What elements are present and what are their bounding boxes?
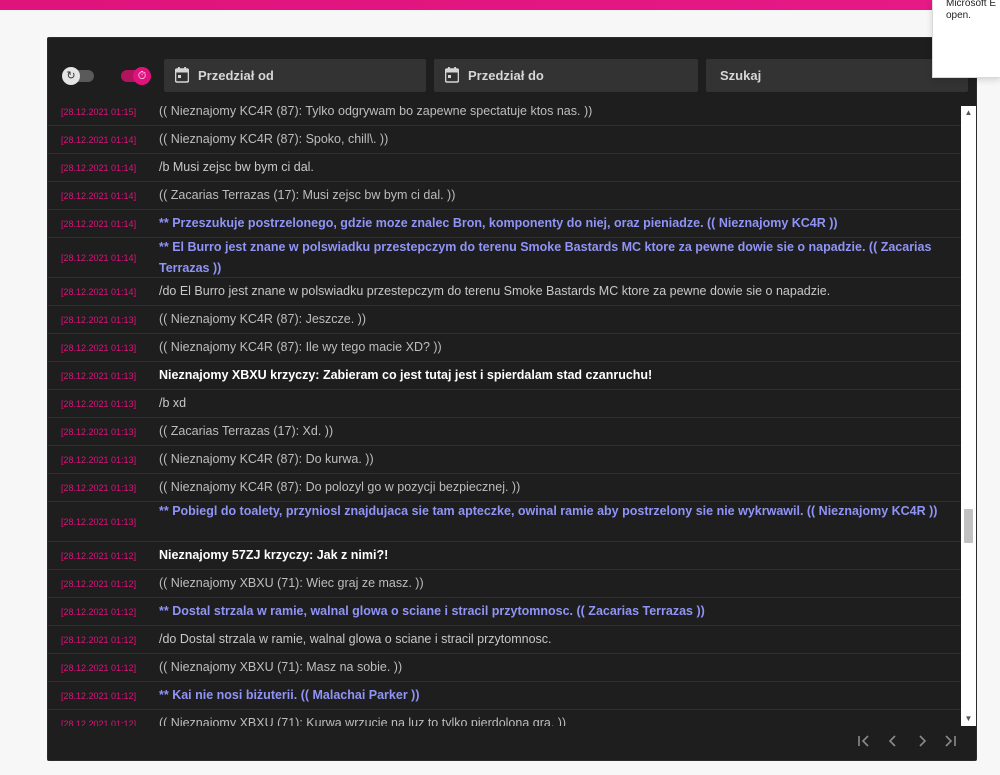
chat-log-panel: ↻ ⏱ Przedział od Przedział do Szukaj [28… (47, 37, 977, 761)
message-text: (( Nieznajomy KC4R (87): Jeszcze. )) (159, 312, 366, 326)
message-timestamp: [28.12.2021 01:12] (61, 607, 137, 617)
chat-row: [28.12.2021 01:13] (( Nieznajomy KC4R (87… (48, 306, 961, 334)
chat-row: [28.12.2021 01:13] /b xd (48, 390, 961, 418)
message-text: (( Nieznajomy XBXU (71): Masz na sobie. … (159, 660, 403, 674)
search-placeholder: Szukaj (720, 68, 762, 83)
notification-line-2: open. (946, 10, 972, 21)
chat-row: [28.12.2021 01:12] /do Dostal strzala w r… (48, 626, 961, 654)
message-timestamp: [28.12.2021 01:14] (61, 287, 137, 297)
last-page-icon[interactable] (940, 734, 960, 752)
message-text: ** Kai nie nosi biżuterii. (( Malachai P… (159, 688, 420, 702)
refresh-icon: ↻ (62, 67, 80, 85)
stopwatch-icon: ⏱ (133, 67, 151, 85)
chat-row: [28.12.2021 01:13] Nieznajomy XBXU krzycz… (48, 362, 961, 390)
chat-row: [28.12.2021 01:13] (( Zacarias Terrazas (… (48, 418, 961, 446)
chat-row: [28.12.2021 01:14] (( Zacarias Terrazas (… (48, 182, 961, 210)
message-timestamp: [28.12.2021 01:12] (61, 719, 137, 726)
notification-line-1: Microsoft E (946, 0, 997, 9)
message-timestamp: [28.12.2021 01:14] (61, 191, 137, 201)
date-to-label: Przedział do (468, 68, 544, 83)
message-timestamp: [28.12.2021 01:14] (61, 219, 137, 229)
message-timestamp: [28.12.2021 01:13] (61, 371, 137, 381)
message-text: Nieznajomy 57ZJ krzyczy: Jak z nimi?! (159, 548, 389, 562)
message-text: (( Nieznajomy XBXU (71): Wiec graj ze ma… (159, 576, 424, 590)
message-timestamp: [28.12.2021 01:12] (61, 635, 137, 645)
chat-row: [28.12.2021 01:13] (( Nieznajomy KC4R (87… (48, 334, 961, 362)
calendar-icon (445, 67, 459, 83)
vertical-scrollbar[interactable]: ▲ ▼ (961, 106, 976, 726)
message-timestamp: [28.12.2021 01:12] (61, 663, 137, 673)
message-text: (( Nieznajomy XBXU (71): Kurwa wrzucie n… (159, 716, 567, 726)
message-text: /b xd (159, 396, 187, 410)
message-timestamp: [28.12.2021 01:13] (61, 343, 137, 353)
scroll-up-icon[interactable]: ▲ (961, 106, 976, 120)
message-text: /b Musi zejsc bw bym ci dal. (159, 160, 314, 174)
message-timestamp: [28.12.2021 01:13] (61, 315, 137, 325)
chat-row: [28.12.2021 01:15] (( Nieznajomy KC4R (87… (48, 106, 961, 126)
message-text: (( Zacarias Terrazas (17): Musi zejsc bw… (159, 188, 456, 202)
chat-row: [28.12.2021 01:13] (( Nieznajomy KC4R (87… (48, 446, 961, 474)
chat-row: [28.12.2021 01:14] (( Nieznajomy KC4R (87… (48, 126, 961, 154)
chat-message-list: [28.12.2021 01:15] (( Nieznajomy KC4R (87… (48, 106, 961, 726)
message-timestamp: [28.12.2021 01:14] (61, 135, 137, 145)
chat-row: [28.12.2021 01:13] ** Pobiegl do toalety,… (48, 502, 961, 542)
message-timestamp: [28.12.2021 01:14] (61, 253, 137, 263)
chat-row: [28.12.2021 01:12] (( Nieznajomy XBXU (71… (48, 710, 961, 726)
message-timestamp: [28.12.2021 01:15] (61, 107, 137, 117)
message-timestamp: [28.12.2021 01:13] (61, 483, 137, 493)
auto-refresh-toggle[interactable]: ↻ (62, 67, 94, 85)
chat-row: [28.12.2021 01:14] ** Przeszukuje postrze… (48, 210, 961, 238)
message-timestamp: [28.12.2021 01:13] (61, 427, 137, 437)
message-text: (( Nieznajomy KC4R (87): Do kurwa. )) (159, 452, 374, 466)
message-timestamp: [28.12.2021 01:13] (61, 399, 137, 409)
message-text: (( Zacarias Terrazas (17): Xd. )) (159, 424, 334, 438)
message-text: (( Nieznajomy KC4R (87): Do polozyl go w… (159, 480, 521, 494)
message-text: ** Przeszukuje postrzelonego, gdzie moze… (159, 216, 838, 230)
date-to-field[interactable]: Przedział do (434, 59, 698, 92)
message-timestamp: [28.12.2021 01:12] (61, 579, 137, 589)
message-text: /do El Burro jest znane w polswiadku prz… (159, 284, 831, 298)
message-text: ** El Burro jest znane w polswiadku prze… (159, 240, 932, 275)
message-timestamp: [28.12.2021 01:13] (61, 455, 137, 465)
message-text: (( Nieznajomy KC4R (87): Spoko, chill\. … (159, 132, 389, 146)
chevron-left-icon[interactable] (883, 734, 903, 752)
message-text: /do Dostal strzala w ramie, walnal glowa… (159, 632, 552, 646)
notification-popup[interactable]: Microsoft E open. (932, 0, 1000, 78)
chat-row: [28.12.2021 01:14] ** El Burro jest znane… (48, 238, 961, 278)
chat-row: [28.12.2021 01:12] (( Nieznajomy XBXU (71… (48, 654, 961, 682)
calendar-icon (175, 67, 189, 83)
message-text: (( Nieznajomy KC4R (87): Ile wy tego mac… (159, 340, 442, 354)
message-text: ** Pobiegl do toalety, przyniosl znajduj… (159, 504, 938, 518)
date-from-field[interactable]: Przedział od (164, 59, 426, 92)
chat-row: [28.12.2021 01:14] /do El Burro jest znan… (48, 278, 961, 306)
chat-row: [28.12.2021 01:13] (( Nieznajomy KC4R (87… (48, 474, 961, 502)
message-timestamp: [28.12.2021 01:12] (61, 691, 137, 701)
scrollbar-thumb[interactable] (964, 509, 973, 543)
filter-toolbar: ↻ ⏱ Przedział od Przedział do Szukaj (48, 38, 976, 106)
search-input[interactable]: Szukaj (706, 59, 968, 92)
message-timestamp: [28.12.2021 01:12] (61, 551, 137, 561)
date-from-label: Przedział od (198, 68, 274, 83)
top-accent-bar (0, 0, 1000, 10)
chat-row: [28.12.2021 01:14] /b Musi zejsc bw bym c… (48, 154, 961, 182)
chat-row: [28.12.2021 01:12] ** Kai nie nosi biżute… (48, 682, 961, 710)
first-page-icon[interactable] (854, 734, 874, 752)
message-timestamp: [28.12.2021 01:14] (61, 163, 137, 173)
pagination (48, 726, 976, 760)
message-text: ** Dostal strzala w ramie, walnal glowa … (159, 604, 705, 618)
chat-row: [28.12.2021 01:12] (( Nieznajomy XBXU (71… (48, 570, 961, 598)
message-text: Nieznajomy XBXU krzyczy: Zabieram co jes… (159, 368, 653, 382)
timer-toggle[interactable]: ⏱ (121, 67, 151, 85)
chat-row: [28.12.2021 01:12] Nieznajomy 57ZJ krzycz… (48, 542, 961, 570)
chevron-right-icon[interactable] (912, 734, 932, 752)
chat-row: [28.12.2021 01:12] ** Dostal strzala w ra… (48, 598, 961, 626)
message-timestamp: [28.12.2021 01:13] (61, 517, 137, 527)
message-text: (( Nieznajomy KC4R (87): Tylko odgrywam … (159, 106, 593, 118)
scroll-down-icon[interactable]: ▼ (961, 712, 976, 726)
